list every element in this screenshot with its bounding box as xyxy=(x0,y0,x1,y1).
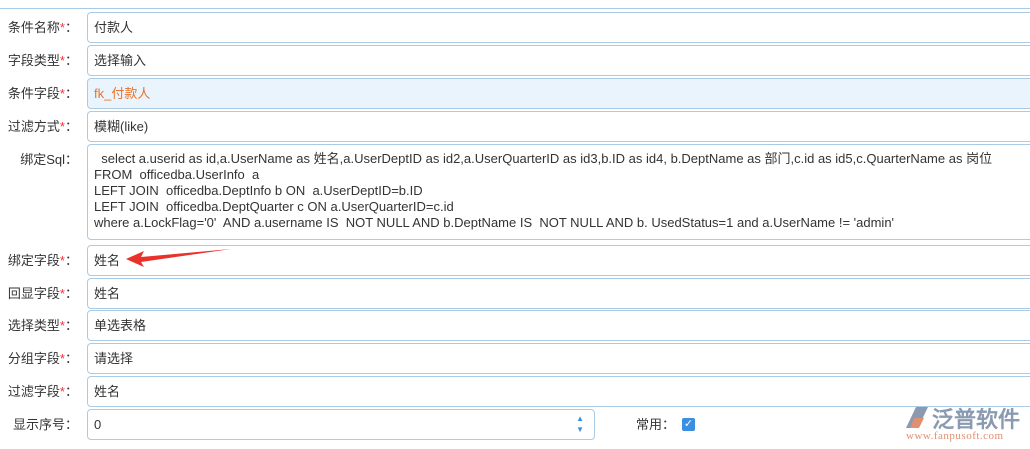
field-label: 过滤方式*： xyxy=(7,119,78,134)
form-row: 选择类型*： 单选表格 xyxy=(0,310,1030,341)
field-input[interactable]: 模糊(like) xyxy=(87,111,1030,142)
form-row: 过滤方式*： 模糊(like) xyxy=(0,111,1030,142)
common-checkbox[interactable]: ✓ xyxy=(682,418,695,431)
red-arrow-annotation xyxy=(126,249,231,267)
field-input[interactable]: 单选表格 xyxy=(87,310,1030,341)
field-label: 字段类型*： xyxy=(7,53,78,68)
fanpusoft-logo: 泛普软件 www.fanpusoft.com xyxy=(902,402,1027,446)
field-label: 过滤字段*： xyxy=(7,384,78,399)
field-input[interactable]: 请选择 xyxy=(87,343,1030,374)
field-label: 绑定字段*： xyxy=(7,253,78,268)
common-row: 常用： ✓ xyxy=(0,409,1030,440)
field-input[interactable]: 姓名 xyxy=(87,376,1030,407)
field-input[interactable]: 姓名 xyxy=(87,278,1030,309)
form-row: 回显字段*： 姓名 xyxy=(0,278,1030,309)
form-row: 条件字段*： fk_付款人 xyxy=(0,78,1030,109)
form-row: 过滤字段*： 姓名 xyxy=(0,376,1030,407)
form-row: 绑定Sql： select a.userid as id,a.UserName … xyxy=(0,144,1030,240)
sql-textarea[interactable]: select a.userid as id,a.UserName as 姓名,a… xyxy=(87,144,1030,240)
field-input[interactable]: 选择输入 xyxy=(87,45,1030,76)
top-divider xyxy=(0,8,1030,9)
field-label: 条件名称*： xyxy=(7,20,78,35)
field-input[interactable]: fk_付款人 xyxy=(87,78,1030,109)
field-label: 选择类型*： xyxy=(7,318,78,333)
common-label: 常用： xyxy=(636,417,676,432)
field-input[interactable]: 付款人 xyxy=(87,12,1030,43)
field-label: 分组字段*： xyxy=(7,351,78,366)
field-label: 条件字段*： xyxy=(7,86,78,101)
form-row: 字段类型*： 选择输入 xyxy=(0,45,1030,76)
form-row: 分组字段*： 请选择 xyxy=(0,343,1030,374)
form-row: 条件名称*： 付款人 xyxy=(0,12,1030,43)
field-label: 绑定Sql： xyxy=(20,152,78,167)
field-label: 回显字段*： xyxy=(7,286,78,301)
